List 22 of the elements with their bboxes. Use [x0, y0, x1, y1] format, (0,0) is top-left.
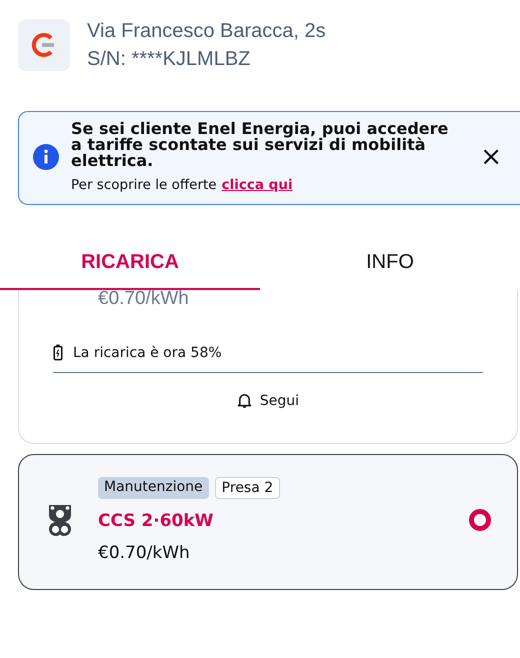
brand-logo: [18, 19, 70, 71]
tab[interactable]: INFO: [260, 241, 520, 290]
connector-name: CCS 2·60kW: [98, 511, 214, 531]
battery-icon: [53, 344, 63, 361]
tag: Manutenzione: [98, 477, 209, 499]
serial-number: S/N: ****KJLMLBZ: [87, 48, 252, 70]
connector-card[interactable]: Manutenzione Presa 2 CCS 2·60kW €0.70/kWh: [18, 454, 518, 590]
close-button[interactable]: ×: [476, 144, 506, 170]
price-text: €0.70/kWh: [98, 543, 191, 563]
follow-button[interactable]: Segui: [230, 391, 306, 410]
tag: Presa 2: [214, 477, 280, 499]
price-text: €0.70/kWh: [98, 290, 189, 304]
banner-message: Se sei cliente Enel Energia, puoi accedere a tariffe scontate sui servizi di mobilità elettrica.: [71, 121, 450, 169]
plug-icon: [47, 503, 73, 537]
station-address: Via Francesco Baracca, 2s: [87, 20, 326, 42]
offers-text: Per scoprire le offerte: [71, 177, 217, 193]
tab[interactable]: RICARICA: [0, 241, 260, 290]
radio-button[interactable]: [469, 509, 491, 531]
info-icon: [33, 144, 59, 170]
bell-icon: [236, 392, 252, 409]
charge-status: La ricarica è ora 58%: [73, 344, 222, 360]
offers-link[interactable]: clicca qui: [222, 177, 293, 193]
